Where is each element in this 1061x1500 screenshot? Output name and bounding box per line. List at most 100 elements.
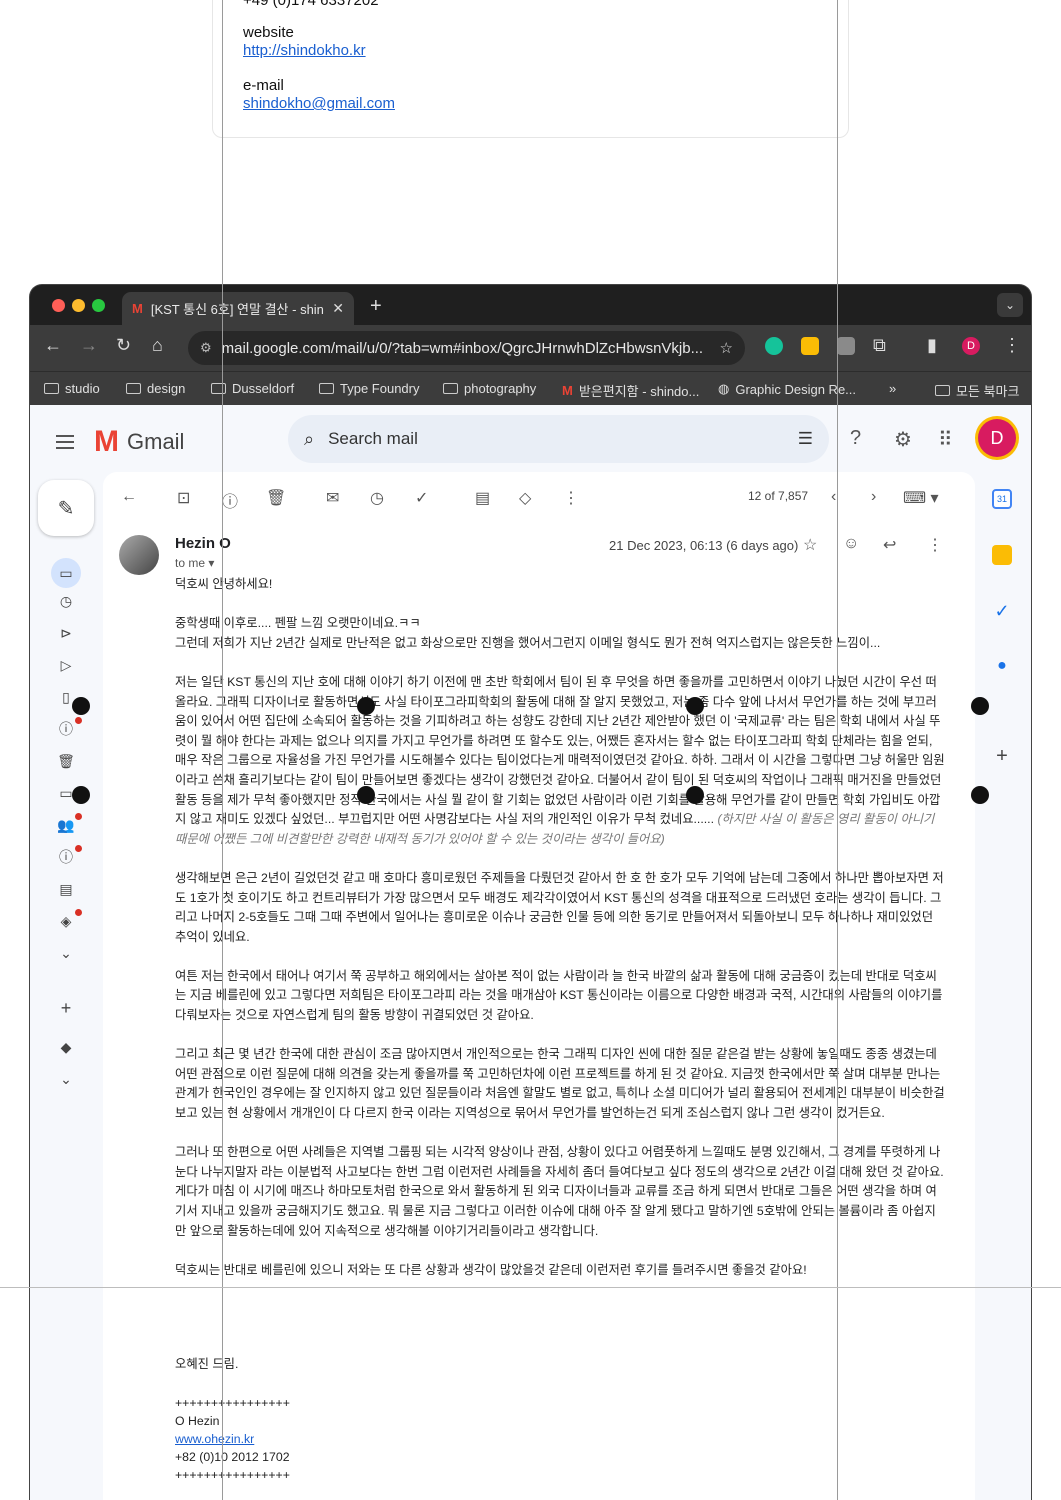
browser-toolbar: ← → ↻ ⌂ ⚙ mail.google.com/mail/u/0/?tab=… xyxy=(30,325,1031,371)
spam-icon[interactable]: ⓘ xyxy=(57,720,75,738)
compose-button[interactable]: ✎ xyxy=(38,480,94,536)
minimize-window-button[interactable] xyxy=(72,299,85,312)
newer-chevron-icon[interactable]: ‹ xyxy=(831,488,836,506)
folder-icon xyxy=(126,383,141,394)
bookmark-photography[interactable]: photography xyxy=(443,381,536,396)
social-icon[interactable]: 👥 xyxy=(57,816,75,834)
search-icon[interactable]: ⌕ xyxy=(304,429,314,450)
tab-title: [KST 통신 6호] 연말 결산 - shindokho@gmail.com xyxy=(150,302,324,317)
delete-icon[interactable]: 🗑 xyxy=(266,488,286,508)
help-icon[interactable]: ? xyxy=(850,427,861,450)
gmail-logo[interactable]: M Gmail xyxy=(94,425,184,459)
snooze-icon[interactable]: ◷ xyxy=(370,488,384,508)
contacts-icon[interactable]: ● xyxy=(992,657,1012,677)
get-addons-icon[interactable]: + xyxy=(992,745,1012,767)
paragraph-6: 그러나 또 한편으로 어떤 사례들은 지역별 그룹핑 되는 시각적 양상이나 관… xyxy=(175,1145,944,1238)
settings-gear-icon[interactable]: ⚙ xyxy=(894,427,912,452)
browser-window: M [KST 통신 6호] 연말 결산 - shindokho@gmail.co… xyxy=(30,285,1031,1500)
bookmark-dusseldorf[interactable]: Dusseldorf xyxy=(211,381,294,396)
back-icon[interactable]: ← xyxy=(44,335,62,356)
close-window-button[interactable] xyxy=(52,299,65,312)
forums-icon[interactable]: ▤ xyxy=(57,880,75,898)
bookmark-star-icon[interactable]: ☆ xyxy=(720,339,733,357)
bookmark-label: Dusseldorf xyxy=(232,381,295,396)
signature: ++++++++++++++++ O Hezin www.ohezin.kr +… xyxy=(175,1394,947,1484)
search-bar[interactable]: ⌕ Search mail ☰ xyxy=(288,415,829,463)
folder-icon xyxy=(44,383,59,394)
archive-icon[interactable]: ⊡ xyxy=(177,488,190,508)
tasks-icon[interactable]: ✓ xyxy=(992,601,1012,621)
back-to-inbox-icon[interactable]: ← xyxy=(121,488,137,506)
side-panel-icon[interactable]: ▮ xyxy=(927,335,937,356)
sent-icon[interactable]: ▷ xyxy=(57,656,75,674)
promotions-tag-icon[interactable]: ◈ xyxy=(57,912,75,930)
star-icon[interactable]: ☆ xyxy=(803,535,817,555)
tab-search-button[interactable]: ⌄ xyxy=(997,293,1023,317)
labels-icon[interactable]: ◇ xyxy=(519,488,531,508)
gmail-app: M Gmail ⌕ Search mail ☰ ? ⚙ ⠿ D ✎ ▭ ◷ ⊳ … xyxy=(30,405,1031,1500)
new-tab-button[interactable]: + xyxy=(370,295,382,318)
more-bookmarks-button[interactable]: » xyxy=(889,381,896,396)
trash-icon[interactable]: 🗑 xyxy=(57,752,75,770)
updates-info-icon[interactable]: ⓘ xyxy=(57,848,75,866)
reload-icon[interactable]: ↻ xyxy=(116,335,131,356)
search-options-icon[interactable]: ☰ xyxy=(798,429,813,449)
grammarly-extension-icon[interactable] xyxy=(765,337,783,355)
signature-website-link[interactable]: www.ohezin.kr xyxy=(175,1430,947,1448)
bookmark-all[interactable]: 모든 북마크 xyxy=(935,381,1019,400)
label-icon[interactable]: ◆ xyxy=(57,1038,75,1056)
site-info-icon[interactable]: ⚙ xyxy=(200,340,212,356)
bookmarks-bar: studio design Dusseldorf Type Foundry ph… xyxy=(30,371,1031,405)
bookmark-gmail-inbox[interactable]: M 받은편지함 - shindo... xyxy=(562,381,699,400)
folder-icon xyxy=(443,383,458,394)
more-chevron-icon[interactable]: ⌄ xyxy=(57,944,75,962)
tab-close-icon[interactable]: ✕ xyxy=(332,300,344,317)
doc-email-link[interactable]: shindokho@gmail.com xyxy=(243,95,395,112)
keep-icon[interactable] xyxy=(992,545,1012,565)
zoom-window-button[interactable] xyxy=(92,299,105,312)
labels-expand-chevron-icon[interactable]: ⌄ xyxy=(57,1070,75,1088)
unread-dot xyxy=(75,717,82,724)
create-label-icon[interactable]: + xyxy=(57,998,75,1018)
doc-website-link[interactable]: http://shindokho.kr xyxy=(243,42,366,59)
emoji-reaction-icon[interactable]: ☺ xyxy=(843,535,859,553)
bookmark-type-foundry[interactable]: Type Foundry xyxy=(319,381,420,396)
bookmark-label: 모든 북마크 xyxy=(956,384,1020,399)
older-chevron-icon[interactable]: › xyxy=(871,488,876,506)
profile-avatar[interactable]: D xyxy=(962,337,980,355)
bookmark-studio[interactable]: studio xyxy=(44,381,100,396)
marker-dot xyxy=(72,697,90,715)
add-to-tasks-icon[interactable]: ✓ xyxy=(415,488,428,508)
bookmark-design[interactable]: design xyxy=(126,381,185,396)
snoozed-clock-icon[interactable]: ◷ xyxy=(57,592,75,610)
bookmark-label: studio xyxy=(65,381,100,396)
browser-tab[interactable]: M [KST 통신 6호] 연말 결산 - shindokho@gmail.co… xyxy=(122,292,354,325)
extensions-puzzle-icon[interactable]: ⧉ xyxy=(873,335,886,356)
message-body: 덕호씨 안녕하세요! 중학생때 이후로.... 펜팔 느낌 오랫만이네요.ㅋㅋ … xyxy=(175,575,947,1484)
reply-icon[interactable]: ↩ xyxy=(883,535,896,555)
forward-icon[interactable]: → xyxy=(80,335,98,356)
recipient-details[interactable]: to me ▾ xyxy=(175,556,214,570)
marker-dot xyxy=(686,786,704,804)
bookmark-label: photography xyxy=(464,381,537,396)
more-options-icon[interactable]: ⋮ xyxy=(563,488,579,508)
report-spam-icon[interactable]: ⓘ xyxy=(222,488,238,512)
address-bar[interactable]: ⚙ mail.google.com/mail/u/0/?tab=wm#inbox… xyxy=(188,331,745,365)
calendar-icon[interactable]: 31 xyxy=(992,489,1012,509)
main-menu-icon[interactable] xyxy=(56,431,74,453)
bookmark-graphic-design[interactable]: ◍ Graphic Design Re... xyxy=(718,381,856,397)
closing: 오혜진 드림. xyxy=(175,1356,239,1371)
home-icon[interactable]: ⌂ xyxy=(152,335,163,356)
camera-extension-icon[interactable] xyxy=(837,337,855,355)
message-more-icon[interactable]: ⋮ xyxy=(927,535,943,555)
inbox-icon[interactable]: ▭ xyxy=(51,558,81,588)
browser-menu-icon[interactable]: ⋮ xyxy=(1003,335,1021,356)
keep-extension-icon[interactable] xyxy=(801,337,819,355)
important-icon[interactable]: ⊳ xyxy=(57,624,75,642)
mark-unread-icon[interactable]: ✉ xyxy=(326,488,339,508)
apps-grid-icon[interactable]: ⠿ xyxy=(938,427,953,452)
account-avatar[interactable]: D xyxy=(978,419,1016,457)
search-input[interactable]: Search mail xyxy=(328,429,784,449)
input-tools-keyboard-icon[interactable]: ⌨ ▾ xyxy=(903,488,939,508)
move-to-icon[interactable]: ▤ xyxy=(475,488,490,508)
